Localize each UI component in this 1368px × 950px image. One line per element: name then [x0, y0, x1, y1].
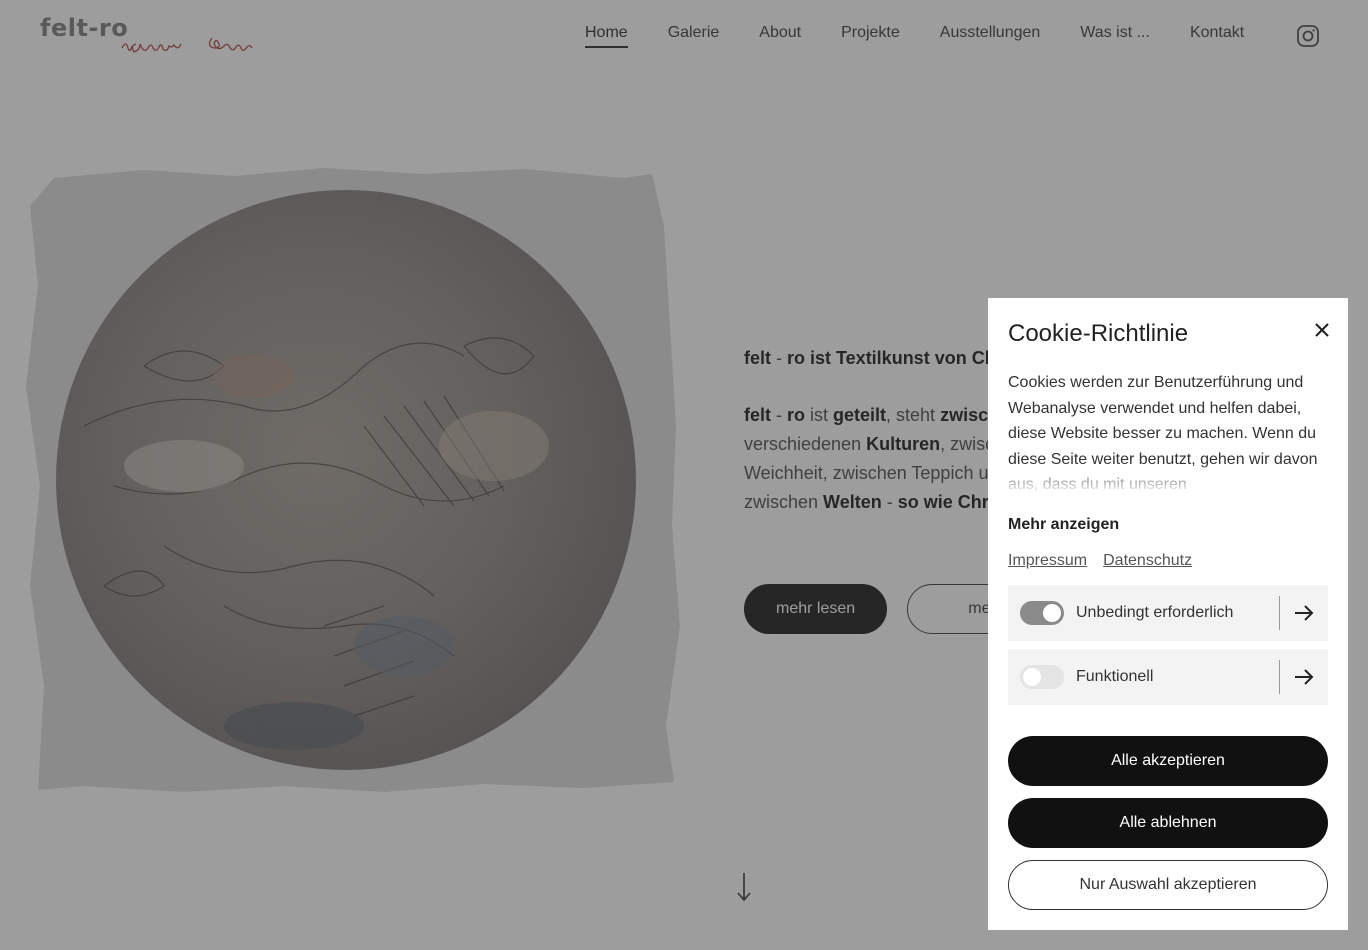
reject-all-button[interactable]: Alle ablehnen	[1008, 798, 1328, 848]
category-label: Unbedingt erforderlich	[1076, 604, 1234, 621]
category-label: Funktionell	[1076, 668, 1154, 685]
required-toggle[interactable]	[1020, 601, 1064, 625]
arrow-right-icon[interactable]	[1280, 585, 1328, 641]
cookie-category-required: Unbedingt erforderlich	[1008, 585, 1328, 641]
cookie-dialog: Cookie-Richtlinie Cookies werden zur Ben…	[988, 298, 1348, 930]
cookie-title: Cookie-Richtlinie	[1008, 320, 1189, 347]
datenschutz-link[interactable]: Datenschutz	[1103, 552, 1192, 570]
cookie-category-functional: Funktionell	[1008, 649, 1328, 705]
arrow-right-icon[interactable]	[1280, 649, 1328, 705]
show-more-link[interactable]: Mehr anzeigen	[1008, 516, 1119, 534]
impressum-link[interactable]: Impressum	[1008, 552, 1087, 570]
legal-links: Impressum Datenschutz	[1008, 552, 1192, 570]
cookie-description: Cookies werden zur Benutzerführung und W…	[1008, 370, 1326, 494]
functional-toggle[interactable]	[1020, 665, 1064, 689]
accept-selection-button[interactable]: Nur Auswahl akzeptieren	[1008, 860, 1328, 910]
close-icon[interactable]	[1312, 320, 1332, 340]
page: felt-ro Home Galerie About Projekte Auss…	[0, 0, 1368, 950]
accept-all-button[interactable]: Alle akzeptieren	[1008, 736, 1328, 786]
